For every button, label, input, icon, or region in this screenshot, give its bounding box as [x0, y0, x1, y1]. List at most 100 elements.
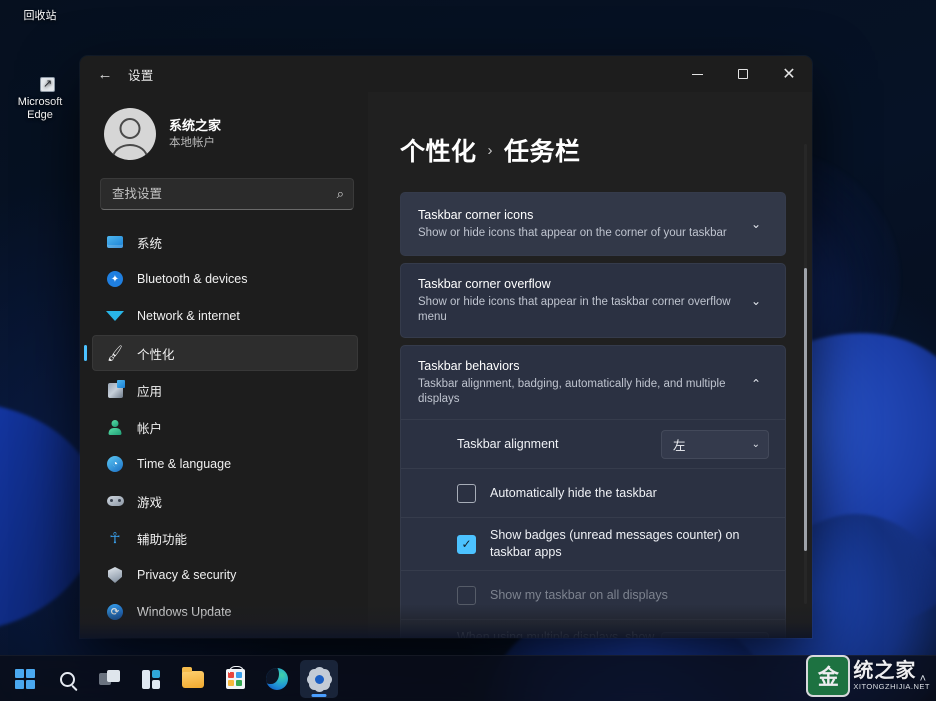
desktop-icon-microsoft-edge[interactable]: ↗ Microsoft Edge [4, 92, 76, 122]
check-icon: ✓ [461, 537, 471, 551]
card-texts: Taskbar behaviors Taskbar alignment, bad… [418, 358, 743, 407]
taskbar-alignment-select[interactable]: 左 ⌄ [661, 430, 769, 459]
sidebar-item-bluetooth-devices[interactable]: ✦ Bluetooth & devices [92, 261, 358, 297]
back-button[interactable]: ← [88, 59, 122, 89]
row-label: Automatically hide the taskbar [490, 485, 769, 502]
sidebar-item-label: 辅助功能 [137, 529, 187, 548]
search-input[interactable] [100, 178, 354, 210]
card-header[interactable]: Taskbar corner icons Show or hide icons … [401, 193, 785, 255]
sidebar-item-personalization[interactable]: 🖌 个性化 [92, 335, 358, 371]
site-watermark: 金 统之家 XITONGZHIJIA.NET [724, 653, 930, 699]
sidebar-item-label: Time & language [137, 457, 231, 471]
microsoft-store-button[interactable] [216, 660, 254, 698]
close-button[interactable]: ✕ [766, 56, 812, 92]
card-title: Taskbar corner overflow [418, 276, 731, 293]
file-explorer-button[interactable] [174, 660, 212, 698]
window-titlebar: ← 设置 ✕ [80, 56, 812, 92]
sidebar-item-label: 个性化 [137, 344, 175, 363]
minimize-button[interactable] [674, 56, 720, 92]
breadcrumb-separator: › [488, 142, 494, 159]
watermark-chinese: 统之家 [853, 660, 916, 682]
sidebar-item-accounts[interactable]: 帐户 [92, 409, 358, 445]
profile-name: 系统之家 [169, 117, 221, 134]
back-arrow-icon: ← [98, 66, 113, 83]
card-taskbar-corner-icons[interactable]: Taskbar corner icons Show or hide icons … [400, 192, 786, 256]
minimize-icon [692, 74, 703, 75]
row-auto-hide-taskbar[interactable]: Automatically hide the taskbar [401, 468, 785, 517]
settings-button[interactable] [300, 660, 338, 698]
row-show-badges[interactable]: ✓ Show badges (unread messages counter) … [401, 517, 785, 570]
shield-icon [106, 566, 124, 584]
card-taskbar-corner-overflow[interactable]: Taskbar corner overflow Show or hide ico… [400, 263, 786, 338]
system-tray: ˄ [920, 656, 936, 701]
sidebar-item-label: Bluetooth & devices [137, 272, 248, 286]
window-body: 系统之家 本地帐户 ⌕ 系统 ✦ Bluetooth & devices [80, 92, 812, 638]
auto-hide-checkbox[interactable] [457, 484, 476, 503]
accounts-icon [106, 418, 124, 436]
card-title: Taskbar corner icons [418, 207, 731, 224]
chevron-down-icon: ⌄ [752, 439, 760, 450]
watermark-pinyin: XITONGZHIJIA.NET [853, 683, 930, 691]
sidebar-item-accessibility[interactable]: ☥ 辅助功能 [92, 520, 358, 556]
window-title: 设置 [128, 65, 154, 84]
sidebar: 系统之家 本地帐户 ⌕ 系统 ✦ Bluetooth & devices [80, 92, 368, 638]
search-button[interactable] [48, 660, 86, 698]
card-subtitle: Show or hide icons that appear on the co… [418, 226, 731, 241]
content-scrollbar[interactable] [804, 144, 807, 604]
sidebar-item-label: 帐户 [137, 418, 162, 437]
sidebar-item-privacy-security[interactable]: Privacy & security [92, 557, 358, 593]
sidebar-item-time-language[interactable]: ◔ Time & language [92, 446, 358, 482]
desktop-icon-recycle-bin[interactable]: ♲ 回收站 [4, 6, 76, 23]
sidebar-item-gaming[interactable]: 游戏 [92, 483, 358, 519]
chevron-up-icon[interactable]: ⌄ [743, 376, 769, 390]
sidebar-item-apps[interactable]: 应用 [92, 372, 358, 408]
sidebar-item-label: 系统 [137, 233, 162, 252]
desktop-icon-label: 回收站 [24, 10, 57, 22]
sidebar-item-system[interactable]: 系统 [92, 224, 358, 260]
multiple-displays-select[interactable]: 所有任务栏 ⌄ [661, 632, 769, 639]
folder-icon [182, 671, 204, 688]
card-texts: Taskbar corner icons Show or hide icons … [418, 207, 743, 241]
maximize-button[interactable] [720, 56, 766, 92]
chevron-down-icon[interactable]: ⌄ [743, 294, 769, 308]
task-view-icon [99, 670, 120, 688]
row-label: Show my taskbar on all displays [490, 587, 769, 604]
sidebar-item-label: 应用 [137, 381, 162, 400]
maximize-icon [738, 69, 748, 79]
system-icon [106, 233, 124, 251]
avatar [104, 108, 156, 160]
breadcrumb-parent[interactable]: 个性化 [400, 132, 477, 168]
wifi-icon [106, 307, 124, 325]
user-profile[interactable]: 系统之家 本地帐户 [90, 92, 358, 178]
tray-overflow-button[interactable]: ˄ [920, 673, 926, 685]
row-show-taskbar-all-displays: Show my taskbar on all displays [401, 570, 785, 619]
search-container: ⌕ [100, 178, 354, 210]
clock-icon: ◔ [106, 455, 124, 473]
task-view-button[interactable] [90, 660, 128, 698]
card-header[interactable]: Taskbar behaviors Taskbar alignment, bad… [401, 346, 785, 419]
microsoft-edge-icon [266, 668, 288, 690]
select-value: 所有任务栏 [673, 637, 752, 639]
taskbar: ˄ 金 统之家 XITONGZHIJIA.NET [0, 655, 936, 701]
show-badges-checkbox[interactable]: ✓ [457, 535, 476, 554]
row-label: When using multiple displays, show my [457, 620, 661, 638]
windows-logo-icon [15, 669, 35, 689]
profile-text: 系统之家 本地帐户 [169, 117, 221, 151]
start-button[interactable] [6, 660, 44, 698]
card-taskbar-behaviors[interactable]: Taskbar behaviors Taskbar alignment, bad… [400, 345, 786, 638]
edge-button[interactable] [258, 660, 296, 698]
breadcrumb: 个性化 › 任务栏 [400, 132, 786, 168]
content-inner: 个性化 › 任务栏 Taskbar corner icons Show or h… [368, 92, 812, 638]
chevron-down-icon[interactable]: ⌄ [743, 217, 769, 231]
card-texts: Taskbar corner overflow Show or hide ico… [418, 276, 743, 325]
apps-icon [106, 381, 124, 399]
sidebar-item-windows-update[interactable]: ⟳ Windows Update [92, 594, 358, 630]
card-subtitle: Taskbar alignment, badging, automaticall… [418, 377, 731, 407]
sidebar-item-network-internet[interactable]: Network & internet [92, 298, 358, 334]
widgets-button[interactable] [132, 660, 170, 698]
scrollbar-thumb[interactable] [804, 268, 807, 551]
sidebar-nav: 系统 ✦ Bluetooth & devices Network & inter… [90, 224, 358, 630]
card-header[interactable]: Taskbar corner overflow Show or hide ico… [401, 264, 785, 337]
sidebar-item-label: Network & internet [137, 309, 240, 323]
all-displays-checkbox [457, 586, 476, 605]
